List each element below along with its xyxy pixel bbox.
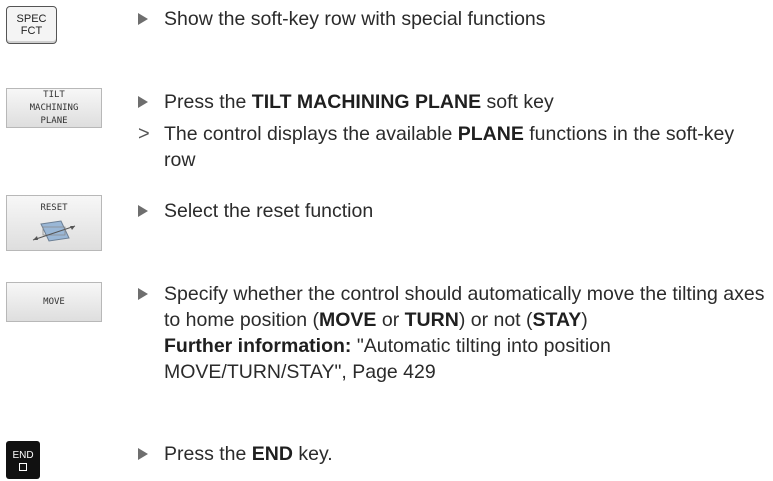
reset-softkey-label: RESET — [40, 203, 68, 213]
spec-fct-key[interactable]: SPEC FCT — [6, 6, 57, 44]
tilt-machining-plane-term: TILT MACHINING PLANE — [251, 91, 482, 113]
action-marker-icon — [138, 281, 158, 307]
action-marker-icon — [138, 6, 158, 32]
tilted-plane-icon — [32, 220, 76, 242]
step-press-end: Press the END key. — [138, 441, 769, 467]
result-marker: > — [138, 123, 150, 145]
end-key-label: END — [12, 449, 34, 461]
step-select-reset: Select the reset function — [138, 198, 769, 224]
square-icon — [19, 462, 27, 471]
step-result-plane-functions: > The control displays the available PLA… — [138, 123, 735, 171]
action-marker-icon — [138, 198, 158, 224]
move-softkey[interactable]: MOVE — [6, 282, 102, 322]
end-term: END — [251, 443, 293, 465]
step-press-tilt: Press the TILT MACHINING PLANE soft key — [138, 89, 769, 115]
plane-term: PLANE — [457, 123, 524, 145]
reset-softkey[interactable]: RESET — [6, 195, 102, 251]
step-specify-tilting: Specify whether the control should autom… — [138, 281, 769, 385]
action-marker-icon — [138, 441, 158, 467]
tilt-machining-plane-softkey[interactable]: TILT MACHINING PLANE — [6, 88, 102, 128]
step-text: Show the soft-key row with special funct… — [164, 8, 546, 30]
action-marker-icon — [138, 89, 158, 115]
step-show-softkey-row: Show the soft-key row with special funct… — [138, 6, 769, 32]
further-information-label: Further information: — [164, 335, 352, 357]
end-key[interactable]: END — [6, 441, 40, 479]
